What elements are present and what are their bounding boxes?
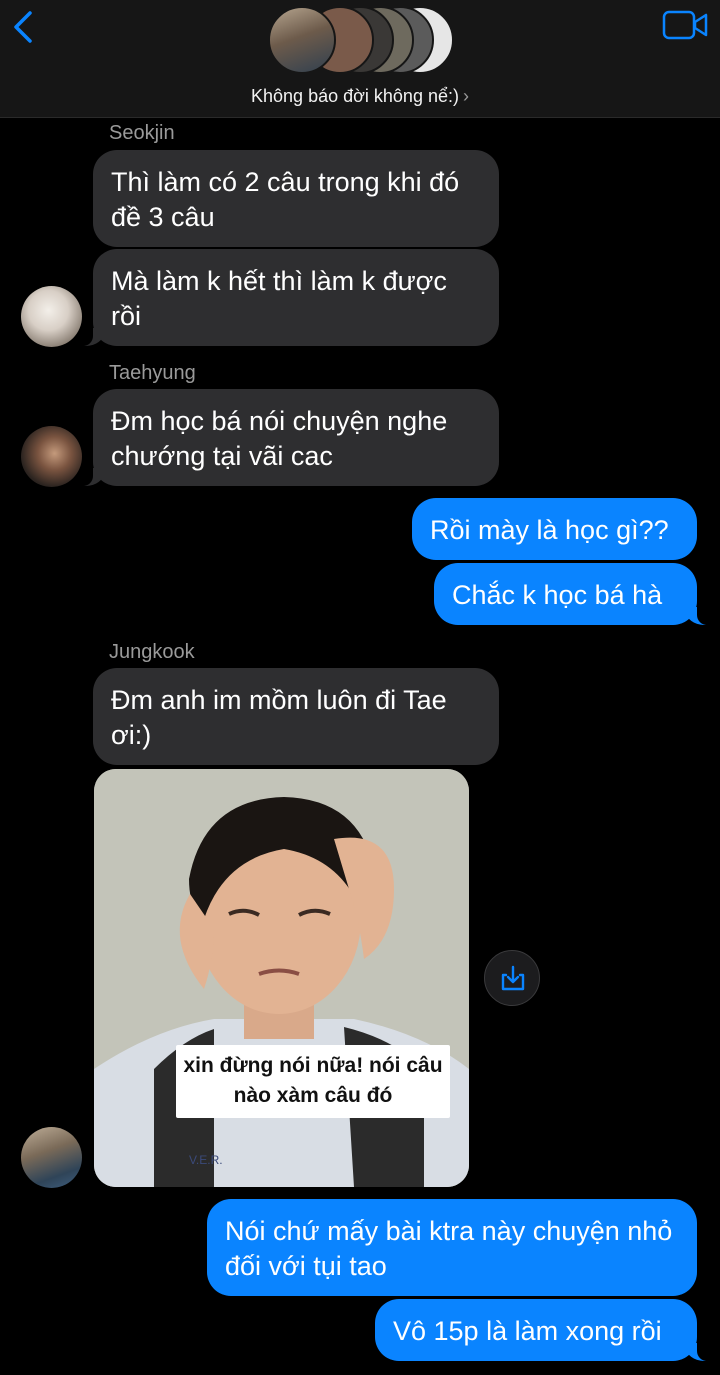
sender-name: Seokjin xyxy=(109,122,175,144)
message-bubble[interactable]: Mà làm k hết thì làm k được rồi xyxy=(73,249,499,346)
member-avatar xyxy=(268,6,336,74)
message-bubble[interactable]: Đm anh im mồm luôn đi Tae ơi:) xyxy=(93,668,499,765)
message-bubble-sent[interactable]: Rồi mày là học gì?? xyxy=(412,498,697,560)
meme-image[interactable]: V.E.R. xyxy=(94,769,469,1187)
taehyung-avatar[interactable] xyxy=(21,426,82,487)
download-icon xyxy=(501,965,525,991)
message-bubble[interactable]: Đm học bá nói chuyện nghe chướng tại vãi… xyxy=(73,389,499,486)
group-name-label: Không báo đời không nể:) xyxy=(251,86,459,106)
message-bubble[interactable]: Thì làm có 2 câu trong khi đó đề 3 câu xyxy=(93,150,499,247)
chevron-right-icon: › xyxy=(462,86,469,106)
conversation-header: Không báo đời không nể:) › xyxy=(0,0,720,118)
share-image-button[interactable] xyxy=(484,950,540,1006)
meme-illustration: V.E.R. xyxy=(94,769,469,1187)
message-bubble-sent[interactable]: Chắc k học bá hà xyxy=(434,563,717,625)
video-call-icon[interactable] xyxy=(662,10,708,40)
chevron-left-icon[interactable] xyxy=(10,10,38,44)
message-bubble-sent[interactable]: Vô 15p là làm xong rồi xyxy=(375,1299,717,1361)
group-avatars[interactable] xyxy=(268,6,454,76)
sender-name: Jungkook xyxy=(109,641,195,663)
seokjin-avatar[interactable] xyxy=(21,286,82,347)
meme-caption: xin đừng nói nữa! nói câu nào xàm câu đó xyxy=(176,1045,450,1118)
sender-name: Taehyung xyxy=(109,362,196,384)
group-name[interactable]: Không báo đời không nể:) › xyxy=(0,86,720,107)
svg-text:V.E.R.: V.E.R. xyxy=(189,1153,223,1167)
jungkook-avatar[interactable] xyxy=(21,1127,82,1188)
message-bubble-sent[interactable]: Nói chứ mấy bài ktra này chuyện nhỏ đối … xyxy=(207,1199,697,1296)
